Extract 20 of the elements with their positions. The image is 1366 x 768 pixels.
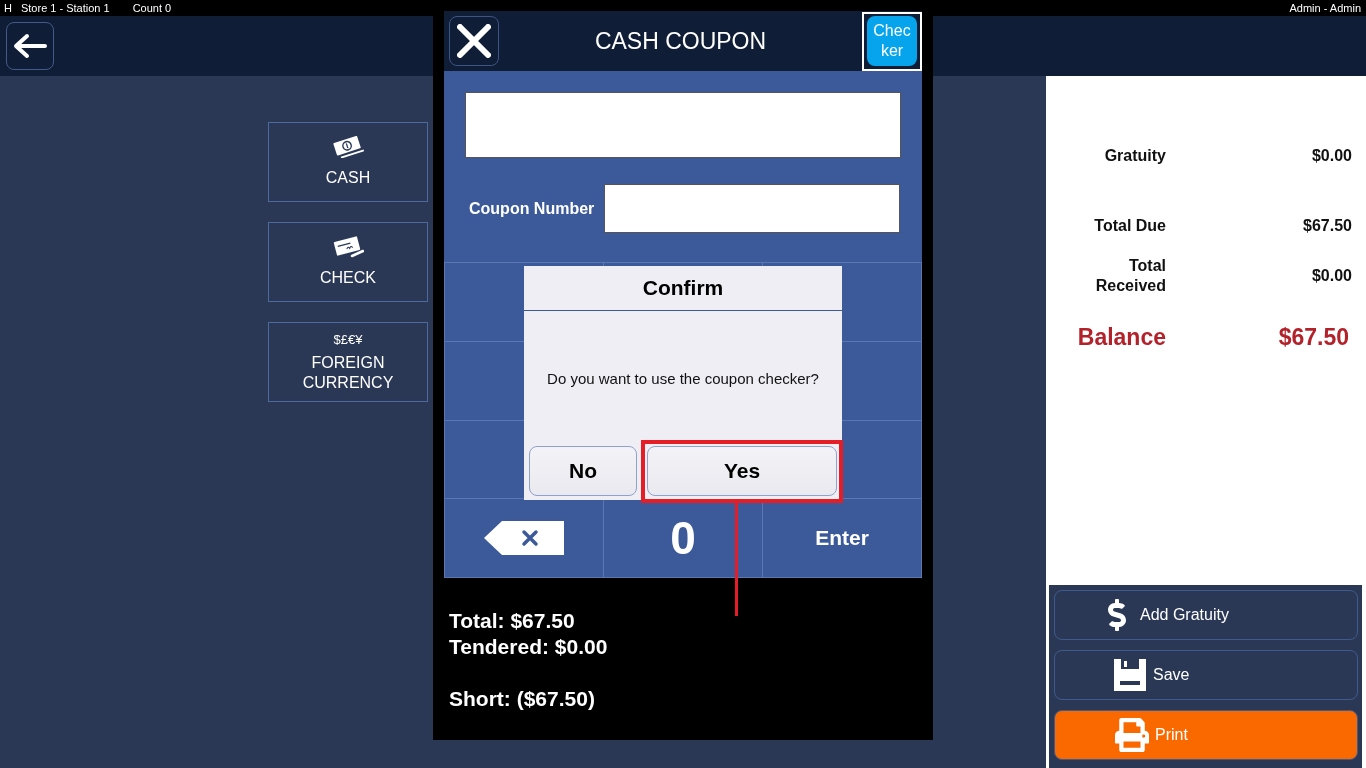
station-label: Store 1 - Station 1 (20, 1, 110, 15)
balance-value: $67.50 (1278, 323, 1349, 351)
dialog-title: CASH COUPON (593, 27, 768, 55)
summary-value: $67.50 (1303, 216, 1352, 236)
summary-label: Gratuity (1104, 146, 1166, 166)
summary-label: Total Due (1094, 216, 1166, 236)
confirm-message: Do you want to use the coupon checker? (547, 369, 819, 388)
user-label: Admin - Admin (1289, 1, 1361, 15)
confirm-title: Confirm (642, 275, 724, 301)
summary-label: Total Received (1094, 256, 1166, 296)
tender-total-line: Short: ($67.50) (449, 686, 595, 712)
tender-total-line: Total: $67.50 (449, 608, 575, 634)
mode-label: H (4, 1, 12, 15)
tender-total-line: Tendered: $0.00 (449, 634, 608, 660)
summary-value: $0.00 (1311, 266, 1352, 286)
field-label: Coupon Number (469, 198, 595, 219)
balance-label: Balance (1077, 323, 1166, 351)
count-label: Count 0 (132, 1, 172, 15)
summary-value: $0.00 (1311, 146, 1352, 166)
currency-symbols-icon: $£€¥ (333, 331, 363, 347)
